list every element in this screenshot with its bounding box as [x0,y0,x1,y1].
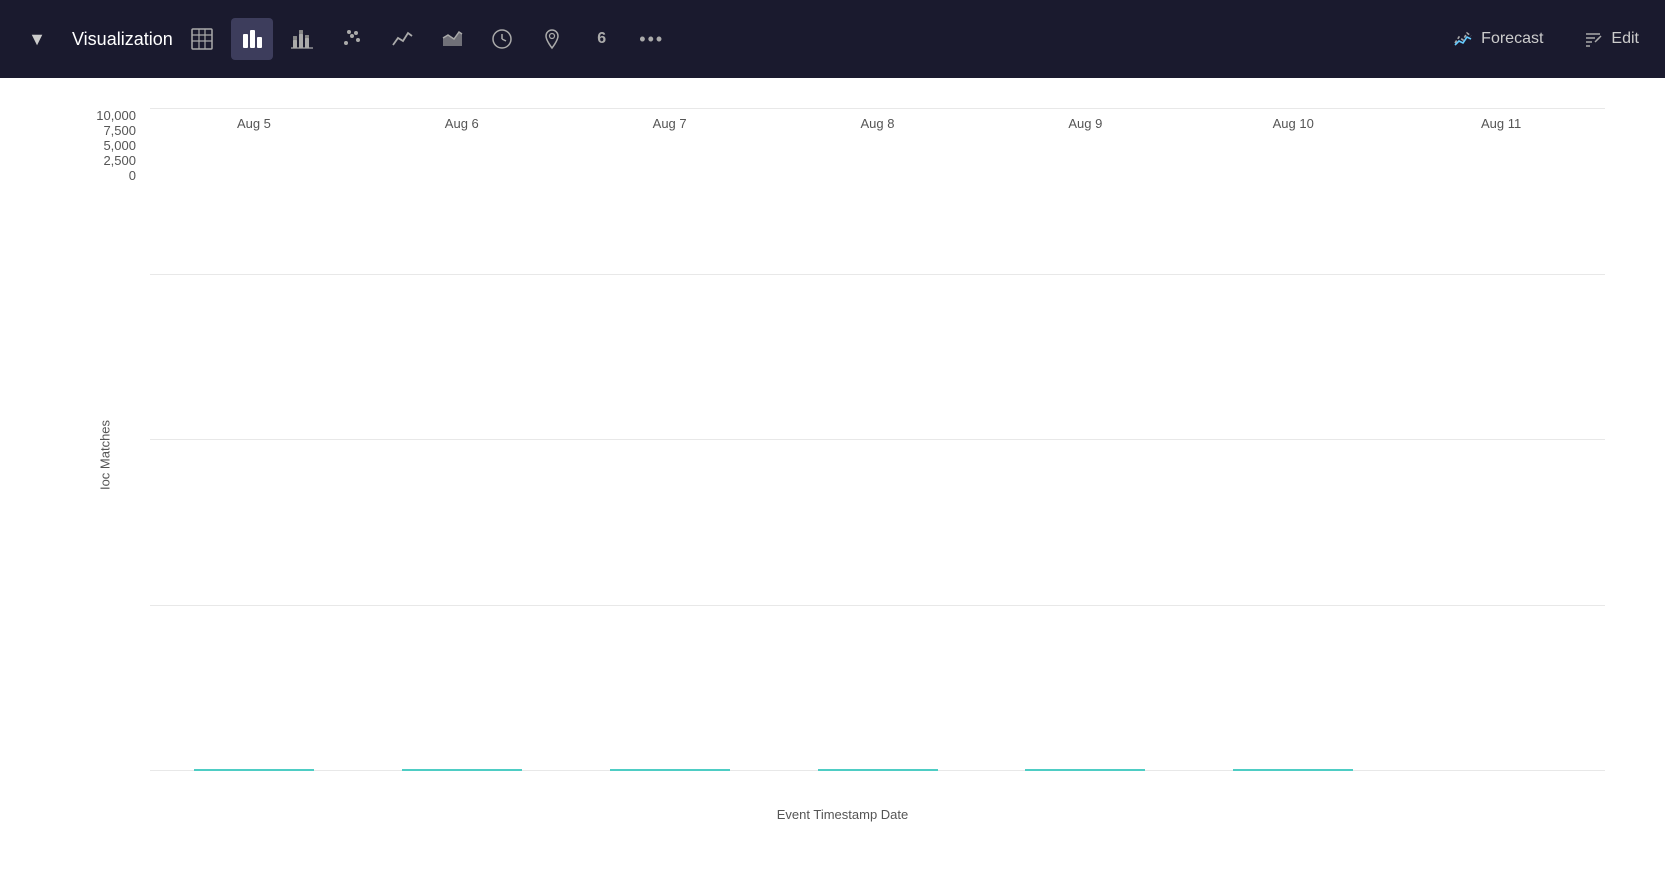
bar-chart-icon [241,28,263,50]
area-icon [441,28,463,50]
more-icon: ••• [639,29,664,50]
bar-segment-top [610,769,730,771]
visualization-title: Visualization [72,29,173,50]
y-axis-label: 10,000 [96,108,136,123]
bar-chart-icon-button[interactable] [231,18,273,60]
y-axis-label: 5,000 [103,138,136,153]
count-icon: 6 [597,30,606,48]
pin-icon [541,28,563,50]
bars-area [150,108,1605,771]
bar-segment-top [402,769,522,771]
scatter-icon [341,28,363,50]
toolbar: ▼ Visualization [0,0,1665,78]
clock-icon-button[interactable] [481,18,523,60]
scatter-icon-button[interactable] [331,18,373,60]
chart-container: Ioc Matches 10,0007,5005,0002,5000 [0,78,1665,882]
edit-button[interactable]: Edit [1573,23,1649,55]
dropdown-button[interactable]: ▼ [16,18,58,60]
bar-segment-top [194,769,314,771]
bar-group[interactable] [150,108,358,771]
chart-area: Ioc Matches 10,0007,5005,0002,5000 [80,108,1605,801]
line-icon [391,28,413,50]
y-axis-label: 2,500 [103,153,136,168]
bar-group[interactable] [1189,108,1397,771]
area-icon-button[interactable] [431,18,473,60]
line-icon-button[interactable] [381,18,423,60]
toolbar-right: Forecast Edit [1443,23,1649,55]
y-axis: 10,0007,5005,0002,5000 [80,108,150,213]
forecast-button[interactable]: Forecast [1443,23,1553,55]
bar-segment-top [1025,769,1145,771]
bar-segment-top [1233,769,1353,771]
y-axis-label: 7,500 [103,123,136,138]
chart-body: Aug 5Aug 6Aug 7Aug 8Aug 9Aug 10Aug 11 [150,108,1605,801]
forecast-icon [1453,29,1473,49]
dropdown-icon: ▼ [28,29,46,50]
edit-icon [1583,29,1603,49]
count-icon-button[interactable]: 6 [581,18,623,60]
table-icon-button[interactable] [181,18,223,60]
y-axis-label: 0 [129,168,136,183]
y-axis-title: Ioc Matches [98,419,113,489]
y-axis-wrapper: Ioc Matches 10,0007,5005,0002,5000 [80,108,150,801]
bar-group[interactable] [358,108,566,771]
toolbar-left: ▼ Visualization [16,18,1437,60]
forecast-label: Forecast [1481,30,1543,48]
stacked-bar-icon [291,28,313,50]
bar-group[interactable] [566,108,774,771]
stacked-bar-icon-button[interactable] [281,18,323,60]
bar-group[interactable] [981,108,1189,771]
edit-label: Edit [1611,30,1639,48]
bar-group[interactable] [774,108,982,771]
x-axis-title: Event Timestamp Date [80,807,1605,822]
bar-group[interactable] [1397,108,1605,771]
clock-icon [491,28,513,50]
more-icon-button[interactable]: ••• [631,18,673,60]
table-icon [191,28,213,50]
pin-icon-button[interactable] [531,18,573,60]
bar-segment-top [818,769,938,771]
